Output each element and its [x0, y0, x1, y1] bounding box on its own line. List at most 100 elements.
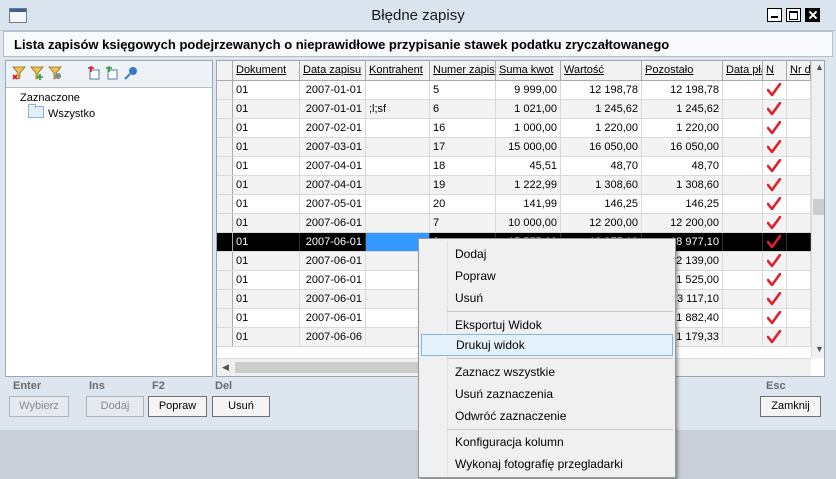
menu-item-usun[interactable]: Usuń — [421, 287, 673, 309]
table-row[interactable]: 01 2007-06-01 7 10 000,00 12 200,00 12 200,00 — [217, 214, 811, 233]
cell-n[interactable] — [763, 119, 787, 137]
column-header-dokument[interactable]: Dokument — [233, 61, 300, 80]
cell-n[interactable] — [763, 81, 787, 99]
row-selector[interactable] — [217, 214, 233, 232]
delete-button[interactable]: Usuń — [212, 396, 270, 417]
filter-settings-icon[interactable] — [48, 66, 62, 80]
cell-date: 2007-04-01 — [300, 157, 366, 175]
cell-doc: 01 — [233, 290, 300, 308]
menu-item-konfiguracja-kolumn[interactable]: Konfiguracja kolumn — [421, 431, 673, 453]
cell-n[interactable] — [763, 195, 787, 213]
maximize-button[interactable] — [786, 8, 801, 22]
menu-item-popraw[interactable]: Popraw — [421, 265, 673, 287]
key-label-esc: Esc — [766, 380, 786, 392]
table-row[interactable]: 01 2007-04-01 18 45,51 48,70 48,70 — [217, 157, 811, 176]
row-selector[interactable] — [217, 328, 233, 346]
table-row[interactable]: 01 2007-01-01 5 9 999,00 12 198,78 12 198,78 — [217, 81, 811, 100]
cell-n[interactable] — [763, 290, 787, 308]
cell-date: 2007-05-01 — [300, 195, 366, 213]
edit-button[interactable]: Popraw — [148, 396, 207, 417]
tree-panel: Zaznaczone Wszystko — [5, 60, 213, 377]
column-header-wartosc[interactable]: Wartość — [561, 61, 642, 80]
table-row[interactable]: 01 2007-04-01 19 1 222,99 1 308,60 1 308,60 — [217, 176, 811, 195]
cell-nr-dok — [787, 157, 811, 175]
cell-n[interactable] — [763, 309, 787, 327]
table-row[interactable]: 01 2007-03-01 17 15 000,00 16 050,00 16 050,0… — [217, 138, 811, 157]
cell-left: 1 220,00 — [642, 119, 723, 137]
filter-add-icon[interactable] — [30, 66, 44, 80]
column-header-suma-kwot[interactable]: Suma kwot — [496, 61, 561, 80]
menu-item-odwroc-zaznaczenie[interactable]: Odwróć zaznaczenie — [421, 405, 673, 427]
cell-n[interactable] — [763, 271, 787, 289]
tree-add-icon[interactable] — [86, 66, 100, 80]
select-button[interactable]: Wybierz — [9, 396, 69, 417]
cell-n[interactable] — [763, 176, 787, 194]
menu-item-drukuj-widok[interactable]: Drukuj widok — [421, 334, 673, 356]
close-button[interactable]: Zamknij — [760, 396, 821, 417]
row-selector[interactable] — [217, 138, 233, 156]
cell-value: 1 245,62 — [561, 100, 642, 118]
cell-paydate — [723, 119, 763, 137]
menu-item-usun-zaznaczenia[interactable]: Usuń zaznaczenia — [421, 383, 673, 405]
menu-item-eksportuj-widok[interactable]: Eksportuj Widok — [421, 314, 673, 336]
pin-icon[interactable] — [124, 66, 138, 80]
row-selector[interactable] — [217, 100, 233, 118]
add-button[interactable]: Dodaj — [86, 396, 144, 417]
column-header-data-zapisu[interactable]: Data zapisu — [300, 61, 366, 80]
cell-n[interactable] — [763, 100, 787, 118]
row-selector[interactable] — [217, 176, 233, 194]
column-header-pozostalo[interactable]: Pozostało — [642, 61, 723, 80]
cell-num: 16 — [430, 119, 496, 137]
cell-value: 1 220,00 — [561, 119, 642, 137]
row-selector[interactable] — [217, 195, 233, 213]
row-selector[interactable] — [217, 157, 233, 175]
vertical-scroll-thumb[interactable] — [813, 199, 824, 215]
cell-n[interactable] — [763, 328, 787, 346]
table-row[interactable]: 01 2007-02-01 16 1 000,00 1 220,00 1 220,00 — [217, 119, 811, 138]
close-window-button[interactable] — [805, 8, 820, 22]
cell-paydate — [723, 309, 763, 327]
context-menu: Dodaj Popraw Usuń Eksportuj Widok Drukuj… — [418, 238, 676, 478]
row-selector[interactable] — [217, 252, 233, 270]
menu-separator — [447, 311, 673, 312]
vertical-scrollbar[interactable]: ▲ ▼ — [811, 61, 824, 358]
cell-paydate — [723, 100, 763, 118]
cell-n[interactable] — [763, 233, 787, 251]
row-selector[interactable] — [217, 233, 233, 251]
column-header-data-platnosci[interactable]: Data płatności — [723, 61, 763, 80]
cell-contractor — [366, 119, 430, 137]
cell-paydate — [723, 233, 763, 251]
cell-n[interactable] — [763, 214, 787, 232]
cell-value: 16 050,00 — [561, 138, 642, 156]
scroll-up-arrow-icon[interactable]: ▲ — [815, 62, 824, 72]
red-check-icon — [767, 140, 781, 154]
column-header-kontrahent[interactable]: Kontrahent — [366, 61, 430, 80]
scroll-left-arrow-icon[interactable]: ◀ — [222, 362, 229, 373]
cell-n[interactable] — [763, 138, 787, 156]
row-selector[interactable] — [217, 309, 233, 327]
menu-item-zaznacz-wszystkie[interactable]: Zaznacz wszystkie — [421, 361, 673, 383]
column-header-numer-zapisu[interactable]: Numer zapisu — [430, 61, 496, 80]
cell-n[interactable] — [763, 252, 787, 270]
column-header-n[interactable]: N — [763, 61, 787, 80]
filter-clear-icon[interactable] — [12, 66, 26, 80]
cell-doc: 01 — [233, 195, 300, 213]
row-selector[interactable] — [217, 271, 233, 289]
tree-add-child-icon[interactable] — [104, 66, 118, 80]
scroll-down-arrow-icon[interactable]: ▼ — [815, 344, 824, 354]
minimize-button[interactable] — [767, 8, 782, 22]
menu-separator — [447, 429, 673, 430]
menu-item-dodaj[interactable]: Dodaj — [421, 243, 673, 265]
table-row[interactable]: 01 2007-01-01 ;l;sf 6 1 021,00 1 245,62 1 245,… — [217, 100, 811, 119]
table-row[interactable]: 01 2007-05-01 20 141,99 146,25 146,25 — [217, 195, 811, 214]
cell-n[interactable] — [763, 157, 787, 175]
row-selector[interactable] — [217, 119, 233, 137]
cell-doc: 01 — [233, 119, 300, 137]
tree-item-wszystko[interactable]: Wszystko — [20, 104, 95, 121]
row-selector[interactable] — [217, 81, 233, 99]
cell-date: 2007-06-01 — [300, 271, 366, 289]
menu-item-wykonaj-fotografie[interactable]: Wykonaj fotografię przegladarki — [421, 453, 673, 475]
column-header-nr-dok[interactable]: Nr dok — [787, 61, 811, 80]
row-selector[interactable] — [217, 290, 233, 308]
cell-nr-dok — [787, 214, 811, 232]
